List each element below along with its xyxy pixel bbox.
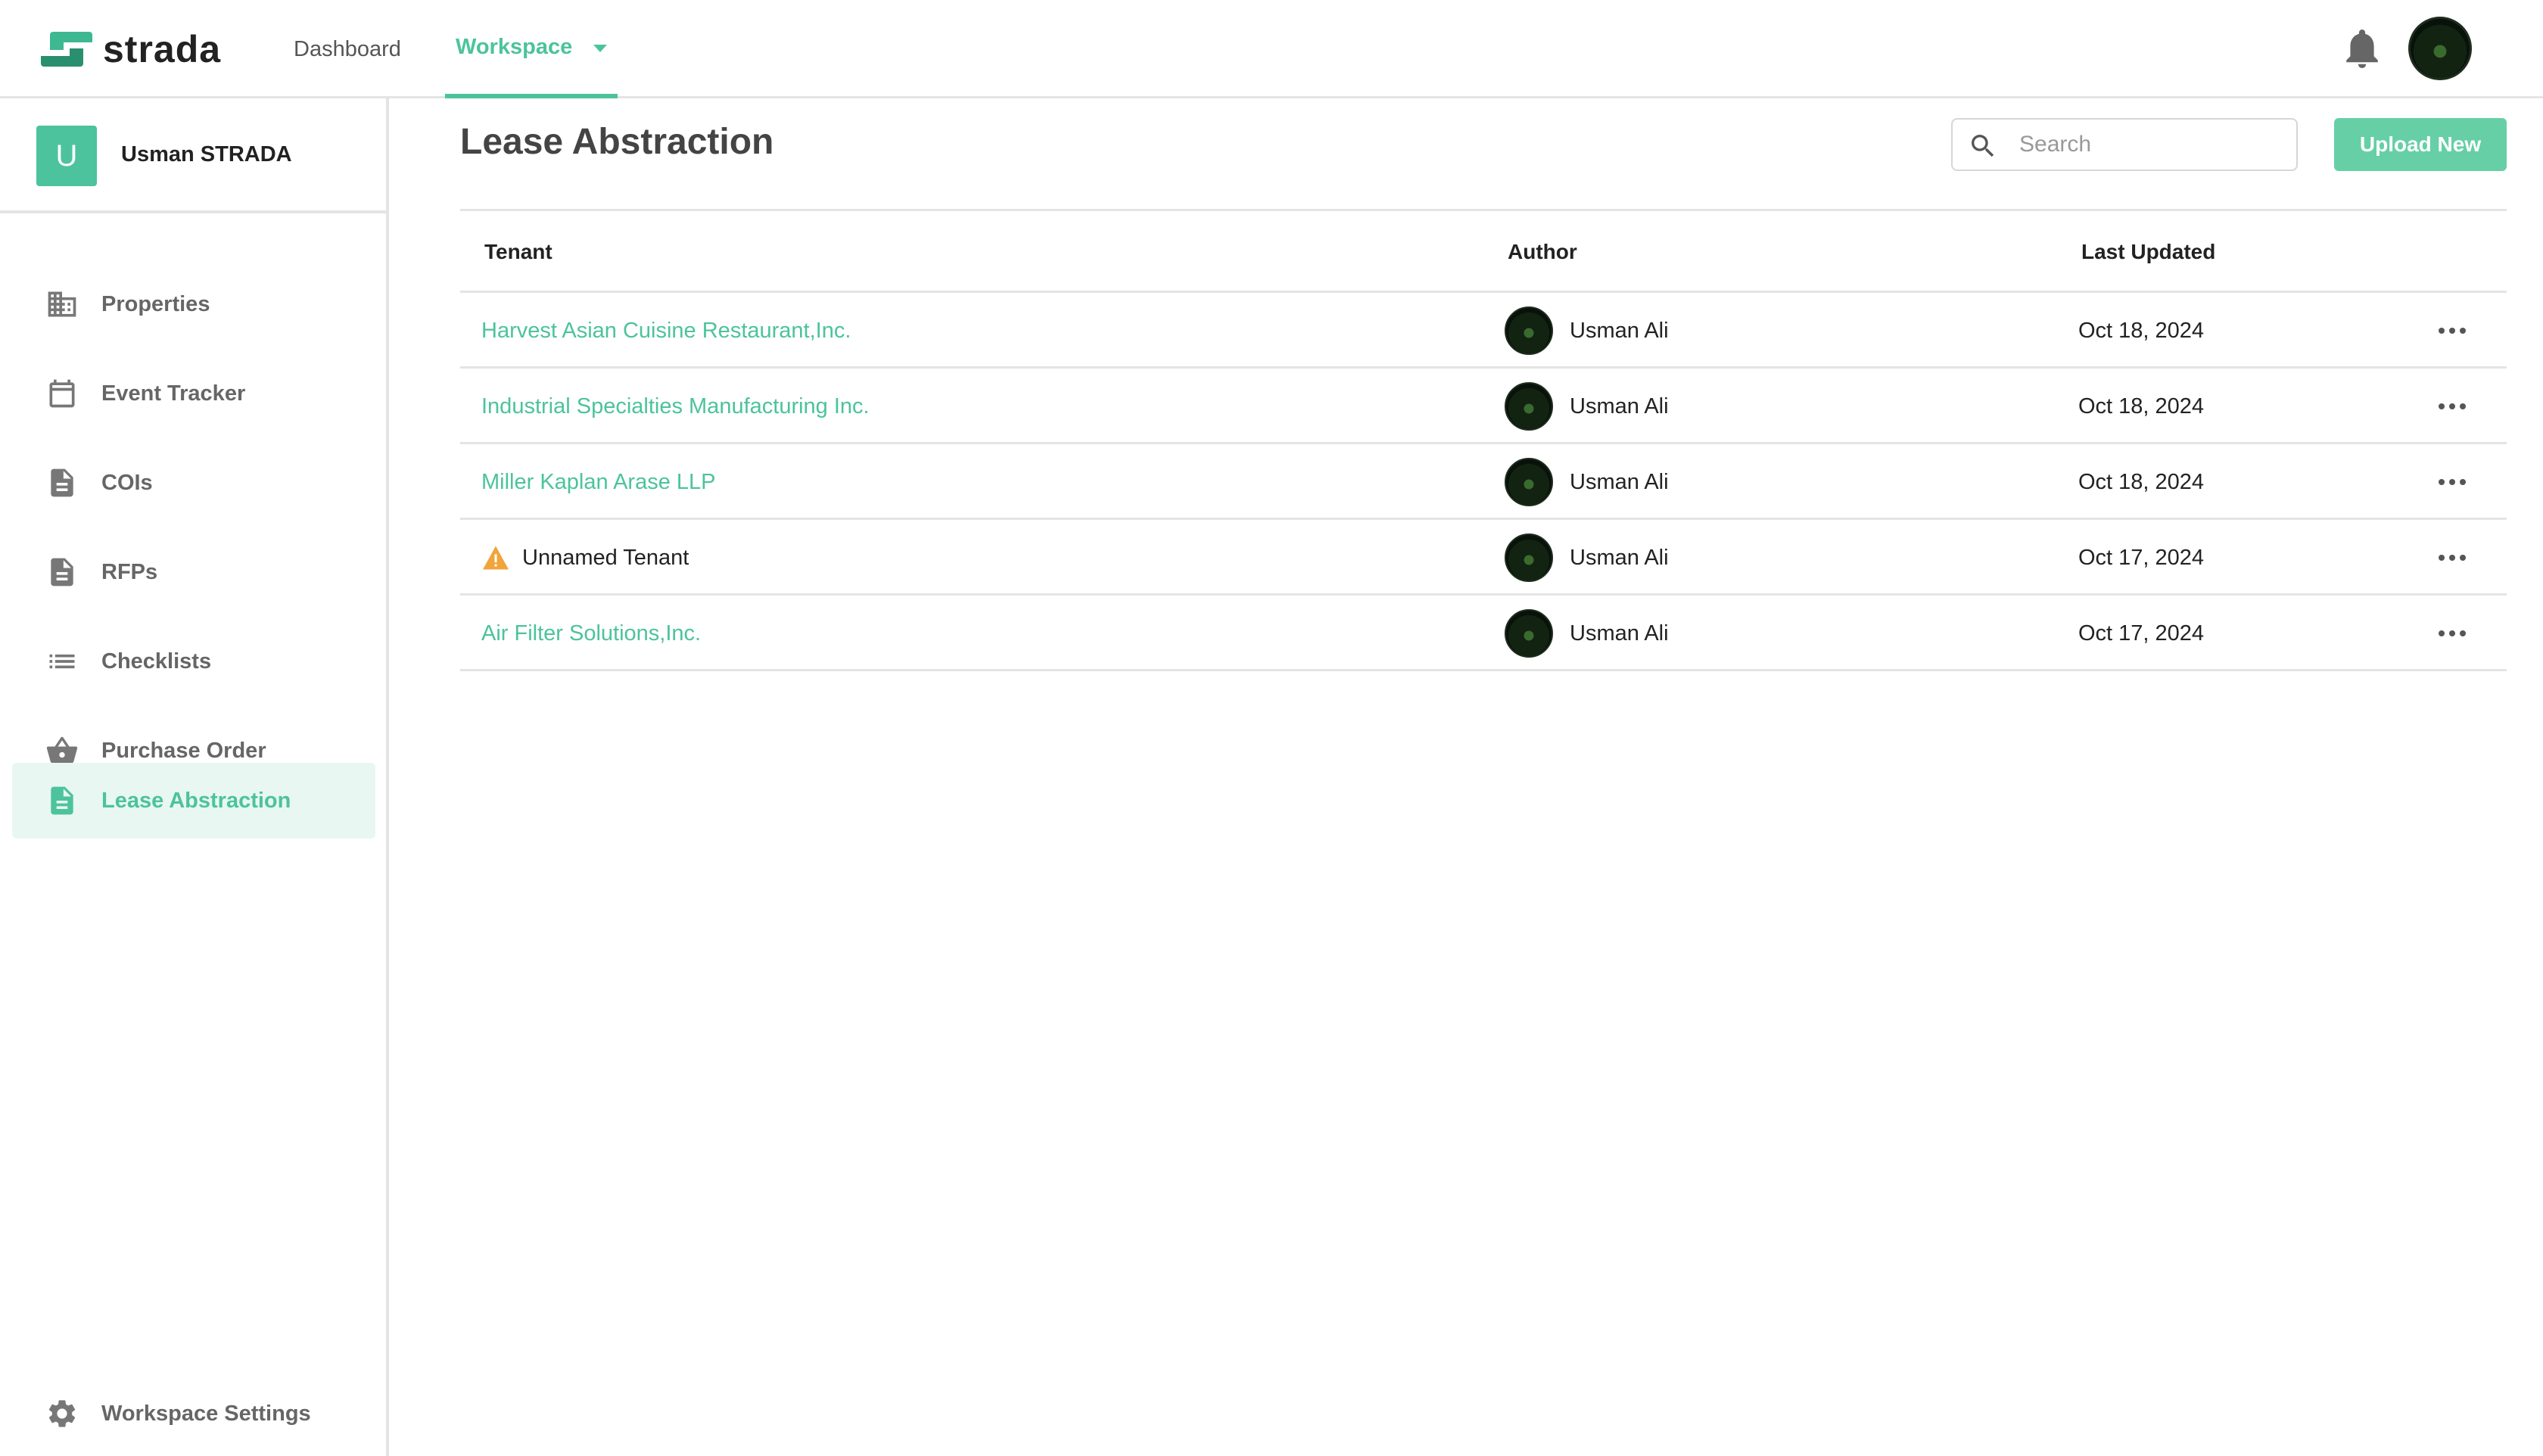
table-header: Tenant Author Last Updated — [460, 211, 2507, 293]
date-cell: Oct 18, 2024 — [2078, 293, 2204, 369]
sidebar-item-label: Lease Abstraction — [101, 788, 291, 813]
top-bar: strada Dashboard Workspace — [0, 0, 2543, 98]
tenant-cell[interactable]: Unnamed Tenant — [481, 520, 689, 596]
more-options-icon[interactable] — [2434, 464, 2470, 500]
sidebar-item-label: Checklists — [101, 649, 212, 674]
last-updated-date: Oct 17, 2024 — [2078, 545, 2205, 570]
last-updated-date: Oct 18, 2024 — [2078, 318, 2205, 343]
sidebar-item-label: COIs — [101, 470, 153, 495]
strada-logo[interactable]: strada — [39, 27, 221, 71]
date-cell: Oct 18, 2024 — [2078, 444, 2204, 520]
sidebar-item-cois[interactable]: COIs — [12, 445, 375, 521]
sidebar-item-label: Purchase Order — [101, 738, 266, 763]
author-name: Usman Ali — [1570, 469, 1669, 494]
nav-tab-workspace-label: Workspace — [456, 34, 573, 59]
author-cell: Usman Ali — [1505, 293, 1669, 369]
sidebar-item-label: Workspace Settings — [101, 1401, 311, 1426]
tenant-cell[interactable]: Miller Kaplan Arase LLP — [481, 444, 716, 520]
document-icon — [45, 555, 79, 589]
author-name: Usman Ali — [1570, 394, 1669, 418]
author-name: Usman Ali — [1570, 545, 1669, 570]
tenant-cell[interactable]: Air Filter Solutions,Inc. — [481, 596, 701, 671]
author-name: Usman Ali — [1570, 621, 1669, 646]
tenant-link[interactable]: Industrial Specialties Manufacturing Inc… — [481, 394, 870, 419]
lease-table: Tenant Author Last Updated Harvest Asian… — [460, 209, 2507, 671]
sidebar: U Usman STRADA Properties Event Tracker … — [0, 98, 389, 1456]
tenant-link[interactable]: Air Filter Solutions,Inc. — [481, 621, 701, 646]
user-avatar[interactable] — [2408, 17, 2472, 80]
author-cell: Usman Ali — [1505, 520, 1669, 596]
document-icon — [45, 466, 79, 499]
sidebar-item-properties[interactable]: Properties — [12, 266, 375, 342]
sidebar-item-label: RFPs — [101, 559, 158, 584]
table-row[interactable]: Harvest Asian Cuisine Restaurant,Inc. Us… — [460, 293, 2507, 369]
column-header-tenant[interactable]: Tenant — [484, 211, 552, 293]
table-row[interactable]: Air Filter Solutions,Inc. Usman Ali Oct … — [460, 596, 2507, 671]
more-options-icon[interactable] — [2434, 540, 2470, 576]
tenant-link[interactable]: Miller Kaplan Arase LLP — [481, 470, 716, 495]
author-cell: Usman Ali — [1505, 596, 1669, 671]
last-updated-date: Oct 18, 2024 — [2078, 394, 2205, 418]
author-avatar — [1505, 534, 1553, 582]
author-cell: Usman Ali — [1505, 444, 1669, 520]
search-box[interactable] — [1951, 118, 2298, 171]
more-options-icon[interactable] — [2434, 313, 2470, 349]
column-header-last-updated[interactable]: Last Updated — [2081, 211, 2215, 293]
author-avatar — [1505, 609, 1553, 658]
author-avatar — [1505, 458, 1553, 506]
tenant-link[interactable]: Harvest Asian Cuisine Restaurant,Inc. — [481, 319, 851, 344]
author-avatar — [1505, 306, 1553, 355]
workspace-header[interactable]: U Usman STRADA — [0, 98, 386, 213]
search-icon — [1972, 135, 1994, 157]
more-options-icon[interactable] — [2434, 615, 2470, 652]
document-icon — [45, 784, 79, 817]
chevron-down-icon — [593, 45, 608, 52]
page-title: Lease Abstraction — [460, 122, 774, 162]
column-header-author[interactable]: Author — [1508, 211, 1577, 293]
sidebar-item-label: Event Tracker — [101, 381, 246, 406]
warning-icon — [483, 546, 509, 570]
date-cell: Oct 17, 2024 — [2078, 520, 2204, 596]
table-row[interactable]: Miller Kaplan Arase LLP Usman Ali Oct 18… — [460, 444, 2507, 520]
tenant-cell[interactable]: Industrial Specialties Manufacturing Inc… — [481, 369, 870, 444]
search-input[interactable] — [2019, 120, 2284, 170]
sidebar-item-lease-abstraction[interactable]: Lease Abstraction — [12, 763, 375, 838]
table-row[interactable]: Industrial Specialties Manufacturing Inc… — [460, 369, 2507, 444]
sidebar-item-workspace-settings[interactable]: Workspace Settings — [12, 1376, 375, 1451]
gear-icon — [45, 1397, 79, 1430]
calendar-icon — [45, 377, 79, 410]
upload-new-button[interactable]: Upload New — [2334, 118, 2507, 171]
tenant-cell[interactable]: Harvest Asian Cuisine Restaurant,Inc. — [481, 293, 851, 369]
list-icon — [45, 645, 79, 678]
nav-tab-dashboard[interactable]: Dashboard — [294, 0, 401, 98]
logo-text: strada — [103, 28, 222, 70]
author-cell: Usman Ali — [1505, 369, 1669, 444]
sidebar-item-label: Properties — [101, 291, 210, 316]
nav-tab-workspace[interactable]: Workspace — [445, 0, 618, 98]
more-options-icon[interactable] — [2434, 388, 2470, 425]
sidebar-item-event-tracker[interactable]: Event Tracker — [12, 356, 375, 431]
workspace-badge: U — [36, 126, 97, 186]
sidebar-item-rfps[interactable]: RFPs — [12, 534, 375, 610]
last-updated-date: Oct 17, 2024 — [2078, 621, 2205, 646]
author-name: Usman Ali — [1570, 318, 1669, 343]
author-avatar — [1505, 382, 1553, 431]
date-cell: Oct 17, 2024 — [2078, 596, 2204, 671]
date-cell: Oct 18, 2024 — [2078, 369, 2204, 444]
bell-icon[interactable] — [2343, 29, 2381, 70]
building-icon — [45, 288, 79, 321]
table-row[interactable]: Unnamed Tenant Usman Ali Oct 17, 2024 — [460, 520, 2507, 596]
tenant-name[interactable]: Unnamed Tenant — [522, 546, 689, 571]
last-updated-date: Oct 18, 2024 — [2078, 469, 2205, 494]
sidebar-item-checklists[interactable]: Checklists — [12, 624, 375, 699]
strada-logo-icon — [41, 32, 92, 67]
workspace-name: Usman STRADA — [121, 142, 292, 166]
